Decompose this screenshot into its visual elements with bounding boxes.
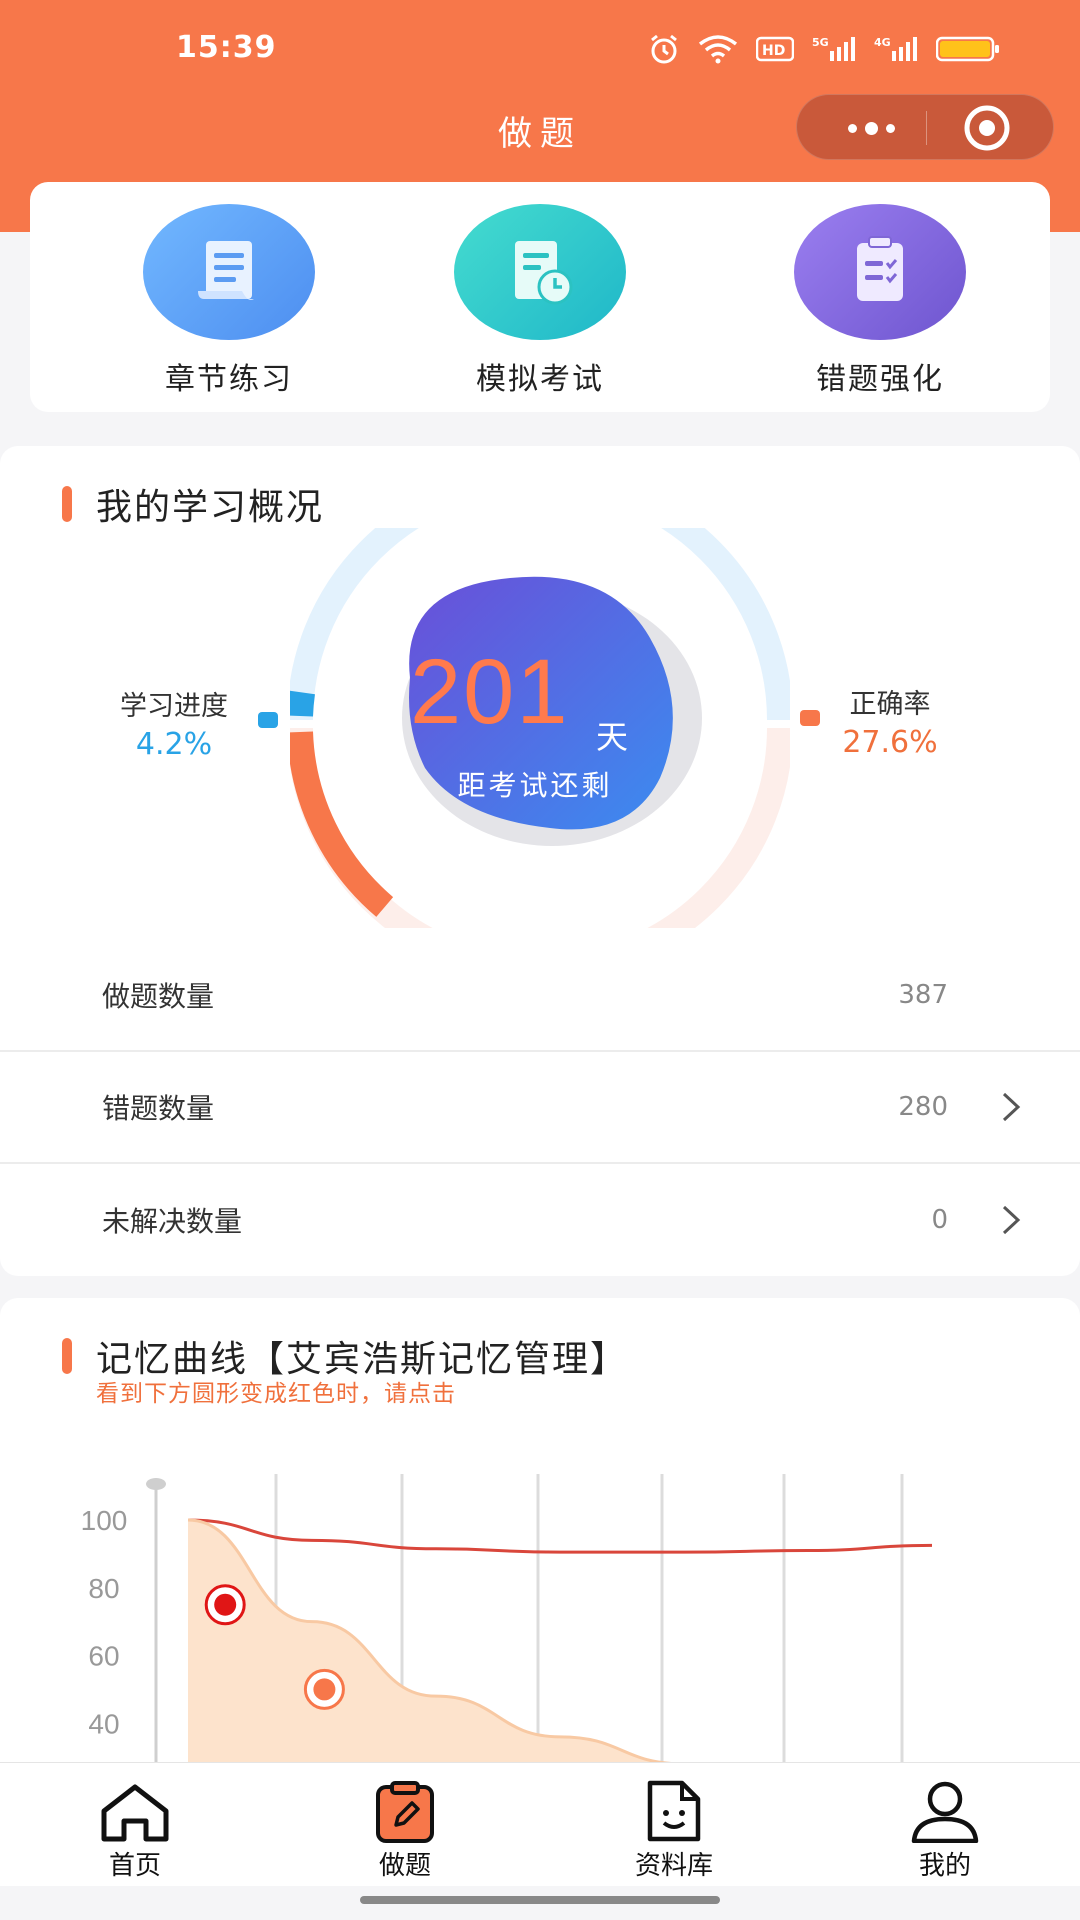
retention-line <box>187 1518 933 1554</box>
study-overview-title: 我的学习概况 <box>62 478 324 530</box>
quick-action-label: 错题强化 <box>816 362 944 397</box>
mini-program-capsule <box>796 94 1054 160</box>
bottom-tabbar: 首页 做题 资料库 我的 <box>0 1762 1080 1886</box>
capsule-divider <box>926 111 927 145</box>
tab-library[interactable]: 资料库 <box>604 1773 744 1882</box>
accuracy-legend: 正确率 27.6% <box>830 682 950 760</box>
days-remaining-unit: 天 <box>596 718 629 756</box>
quick-action-label: 章节练习 <box>165 362 293 397</box>
quick-action-chapter-practice[interactable]: 章节练习 <box>109 204 349 398</box>
title-accent-bar <box>62 1338 72 1374</box>
stat-label: 错题数量 <box>102 1092 215 1125</box>
tab-label: 做题 <box>378 1851 431 1881</box>
stat-label: 做题数量 <box>102 980 215 1013</box>
quick-action-mock-exam[interactable]: 模拟考试 <box>420 204 660 398</box>
stat-value: 0 <box>931 1205 948 1235</box>
y-tick-label: 100 <box>81 1505 128 1536</box>
quick-action-label: 模拟考试 <box>476 362 604 397</box>
y-axis-cap <box>146 1478 166 1490</box>
stat-value: 387 <box>898 980 948 1010</box>
stat-value: 280 <box>898 1092 948 1122</box>
tab-mine[interactable]: 我的 <box>875 1773 1015 1882</box>
review-marker[interactable] <box>303 1668 345 1710</box>
accuracy-arc <box>290 731 394 917</box>
document-icon <box>143 204 315 340</box>
tab-exercise[interactable]: 做题 <box>335 1773 475 1882</box>
exam-clock-icon <box>454 204 626 340</box>
wifi-icon <box>698 35 738 64</box>
status-bar: 15:39 HD 5G 4G <box>0 0 1080 100</box>
clipboard-check-icon <box>794 204 966 340</box>
review-marker-due[interactable] <box>204 1584 246 1626</box>
y-tick-label: 60 <box>88 1641 119 1672</box>
hd-icon: HD <box>756 36 794 62</box>
quick-actions-card: 章节练习 模拟考试 错题强化 <box>30 182 1050 412</box>
alarm-icon <box>651 34 677 64</box>
status-time: 15:39 <box>176 30 277 65</box>
svg-text:HD: HD <box>762 43 785 59</box>
days-remaining-number: 201 <box>410 641 570 743</box>
progress-arc <box>290 690 315 717</box>
y-tick-label: 40 <box>88 1708 119 1739</box>
title-accent-bar <box>62 486 72 522</box>
home-indicator[interactable] <box>360 1896 720 1904</box>
accuracy-label: 正确率 <box>849 689 931 720</box>
stat-row-answered: 做题数量 387 <box>0 940 1080 1052</box>
memory-curve-subtitle: 看到下方圆形变成红色时，请点击 <box>96 1381 456 1407</box>
tab-home[interactable]: 首页 <box>65 1773 205 1882</box>
study-overview-title-text: 我的学习概况 <box>96 487 325 528</box>
progress-label: 学习进度 <box>120 691 228 722</box>
clipboard-edit-icon <box>335 1773 475 1843</box>
close-target-icon[interactable] <box>947 95 1027 161</box>
person-icon <box>875 1773 1015 1843</box>
quick-action-wrong-questions[interactable]: 错题强化 <box>760 204 1000 398</box>
tab-label: 我的 <box>918 1851 971 1881</box>
chevron-right-icon[interactable] <box>1000 1203 1022 1237</box>
stat-label: 未解决数量 <box>102 1205 243 1238</box>
chevron-right-icon[interactable] <box>1000 1090 1022 1124</box>
smiley-document-icon <box>604 1773 744 1843</box>
status-icons: HD 5G 4G <box>648 34 1000 64</box>
accuracy-value: 27.6% <box>842 725 938 760</box>
accuracy-legend-dot <box>800 710 820 726</box>
svg-text:5G: 5G <box>812 36 829 49</box>
forgetting-curve-area <box>188 1520 932 1762</box>
progress-legend: 学习进度 4.2% <box>104 684 244 762</box>
stat-row-unresolved[interactable]: 未解决数量 0 <box>0 1164 1080 1276</box>
days-remaining-text: 距考试还剩 <box>457 769 613 802</box>
y-tick-label: 80 <box>88 1573 119 1604</box>
tab-label: 资料库 <box>634 1851 713 1881</box>
tab-label: 首页 <box>108 1851 161 1881</box>
home-icon <box>65 1773 205 1843</box>
4g-signal-icon: 4G <box>874 36 917 61</box>
svg-text:4G: 4G <box>874 36 891 49</box>
more-icon[interactable] <box>831 95 911 161</box>
stat-row-wrong[interactable]: 错题数量 280 <box>0 1052 1080 1164</box>
memory-curve-chart: 100 80 60 40 <box>81 1474 933 1762</box>
progress-value: 4.2% <box>135 727 213 762</box>
battery-icon <box>936 36 999 62</box>
progress-legend-dot <box>258 712 278 728</box>
5g-signal-icon: 5G <box>812 36 855 61</box>
